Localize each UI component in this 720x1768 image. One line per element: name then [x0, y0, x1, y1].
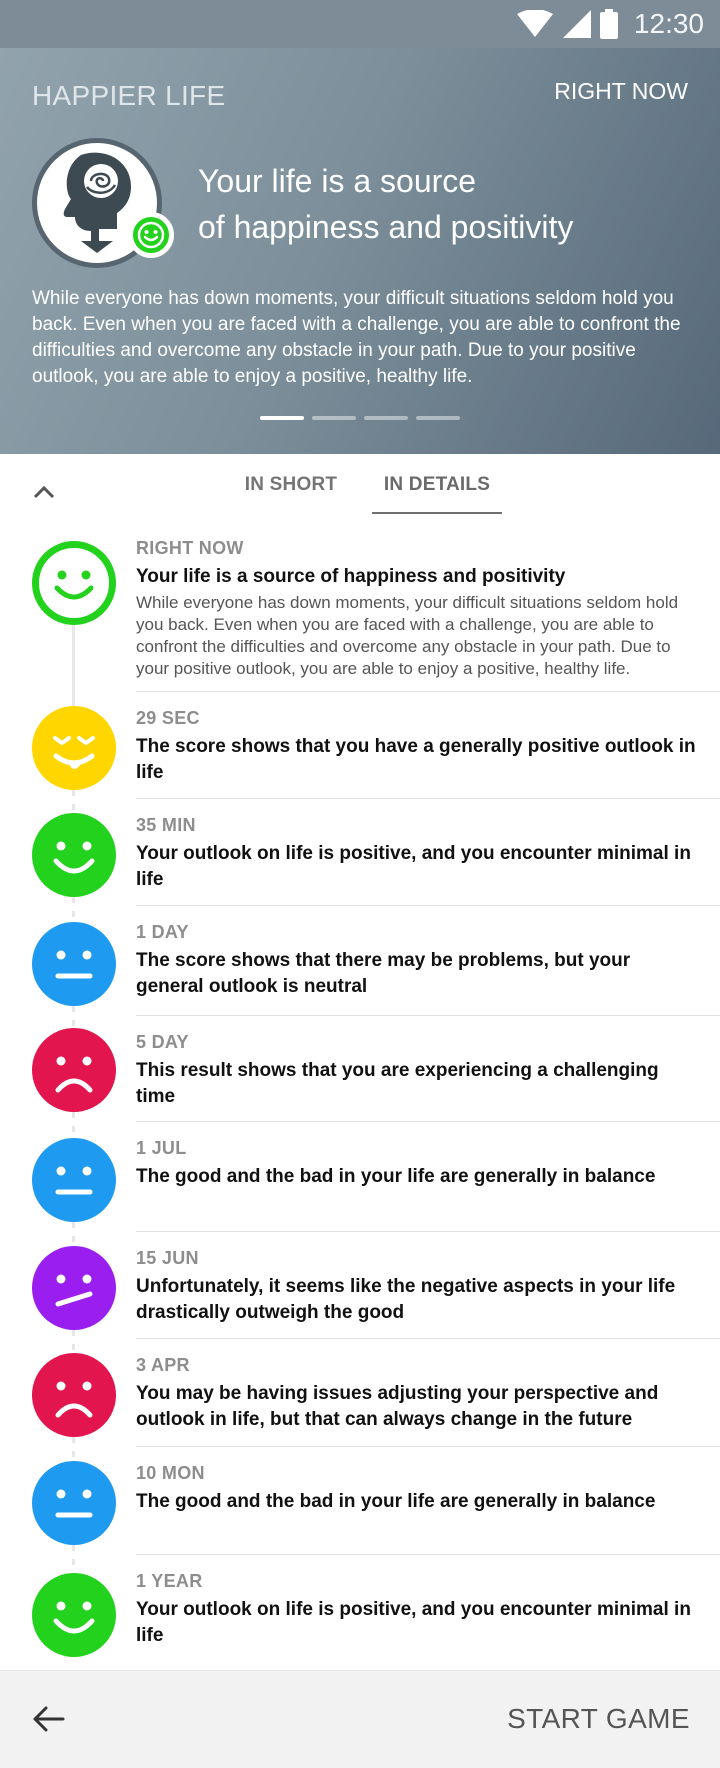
smile-badge-icon: [128, 212, 174, 258]
timeline-time-label: 3 APR: [136, 1355, 190, 1375]
tab-in-short[interactable]: IN SHORT: [226, 474, 356, 496]
timeline-title: Your outlook on life is positive, and yo…: [136, 843, 691, 890]
timeline-time-label: 29 SEC: [136, 708, 200, 728]
timeline-title: Your outlook on life is positive, and yo…: [136, 1599, 691, 1646]
timeline-list: RIGHT NOW Your life is a source of happin…: [0, 526, 720, 1673]
right-now-label: RIGHT NOW: [554, 78, 688, 104]
timeline-time-label: 1 JUL: [136, 1138, 187, 1158]
mood-playful-icon: [32, 706, 116, 790]
mood-neutral-icon: [32, 1461, 116, 1545]
start-game-button[interactable]: START GAME: [507, 1703, 690, 1735]
timeline-time-label: 1 YEAR: [136, 1571, 203, 1591]
timeline-title: The good and the bad in your life are ge…: [136, 1166, 656, 1187]
timeline-row[interactable]: 1 YEAR Your outlook on life is positive, …: [0, 1555, 720, 1673]
wifi-icon: [516, 10, 554, 38]
tab-bar: IN SHORT IN DETAILS: [0, 454, 720, 520]
pager-dot[interactable]: [416, 416, 460, 420]
mood-neutral-icon: [32, 922, 116, 1006]
timeline-row[interactable]: 15 JUN Unfortunately, it seems like the n…: [0, 1232, 720, 1353]
hero-headline-line-2: of happiness and positivity: [198, 209, 574, 245]
timeline-time-label: 35 MIN: [136, 815, 196, 835]
pager-dot[interactable]: [260, 416, 304, 420]
chevron-up-icon[interactable]: [28, 476, 60, 508]
timeline-time-label: 5 DAY: [136, 1032, 189, 1052]
hero-headline-line-1: Your life is a source: [198, 163, 477, 199]
tab-in-details[interactable]: IN DETAILS: [372, 474, 502, 496]
timeline-row[interactable]: 1 JUL The good and the bad in your life a…: [0, 1122, 720, 1246]
bottom-bar: START GAME: [0, 1670, 720, 1768]
timeline-title: The score shows that there may be proble…: [136, 950, 631, 997]
timeline-time-label: 10 MON: [136, 1463, 205, 1483]
mood-happy-icon: [32, 813, 116, 897]
pager-indicator[interactable]: [0, 416, 720, 420]
hero-description: While everyone has down moments, your di…: [32, 288, 681, 387]
hero-headline: Your life is a source of happiness and p…: [198, 158, 698, 250]
app-screen: 12:30 HAPPIER LIFE RIGHT NOW Your life i…: [0, 0, 720, 1768]
active-tab-indicator: [372, 512, 502, 514]
timeline-row[interactable]: 29 SEC The score shows that you have a ge…: [0, 692, 720, 813]
timeline-title: You may be having issues adjusting your …: [136, 1383, 659, 1430]
timeline-row[interactable]: 5 DAY This result shows that you are expe…: [0, 1016, 720, 1138]
timeline-description: While everyone has down moments, your di…: [136, 593, 679, 678]
timeline-title: The good and the bad in your life are ge…: [136, 1491, 656, 1512]
timeline-title: The score shows that you have a generall…: [136, 736, 696, 783]
timeline-row[interactable]: 1 DAY The score shows that there may be p…: [0, 906, 720, 1028]
hero-banner[interactable]: HAPPIER LIFE RIGHT NOW Your life is a so…: [0, 48, 720, 454]
timeline-row[interactable]: 10 MON The good and the bad in your life …: [0, 1447, 720, 1573]
timeline-row[interactable]: 35 MIN Your outlook on life is positive, …: [0, 799, 720, 922]
mood-sad-icon: [32, 1353, 116, 1437]
battery-icon: [599, 9, 618, 39]
timeline-row[interactable]: 3 APR You may be having issues adjusting …: [0, 1339, 720, 1461]
timeline-time-label: 15 JUN: [136, 1248, 199, 1268]
mood-neutral-icon: [32, 1138, 116, 1222]
app-title: HAPPIER LIFE: [32, 80, 226, 111]
signal-icon: [562, 9, 592, 39]
timeline-title: This result shows that you are experienc…: [136, 1060, 659, 1107]
timeline-time-label: RIGHT NOW: [136, 538, 244, 558]
mood-happy-outline-icon: [32, 541, 116, 625]
timeline-title: Unfortunately, it seems like the negativ…: [136, 1276, 676, 1323]
arrow-left-icon[interactable]: [28, 1699, 68, 1739]
mood-happy-icon: [32, 1573, 116, 1657]
pager-dot[interactable]: [312, 416, 356, 420]
mood-sad-icon: [32, 1028, 116, 1112]
mood-uneasy-icon: [32, 1246, 116, 1330]
pager-dot[interactable]: [364, 416, 408, 420]
timeline-row[interactable]: RIGHT NOW Your life is a source of happin…: [0, 526, 720, 706]
clock: 12:30: [633, 8, 704, 39]
timeline-title: Your life is a source of happiness and p…: [136, 566, 566, 587]
status-bar: 12:30: [0, 0, 720, 48]
timeline-time-label: 1 DAY: [136, 922, 189, 942]
